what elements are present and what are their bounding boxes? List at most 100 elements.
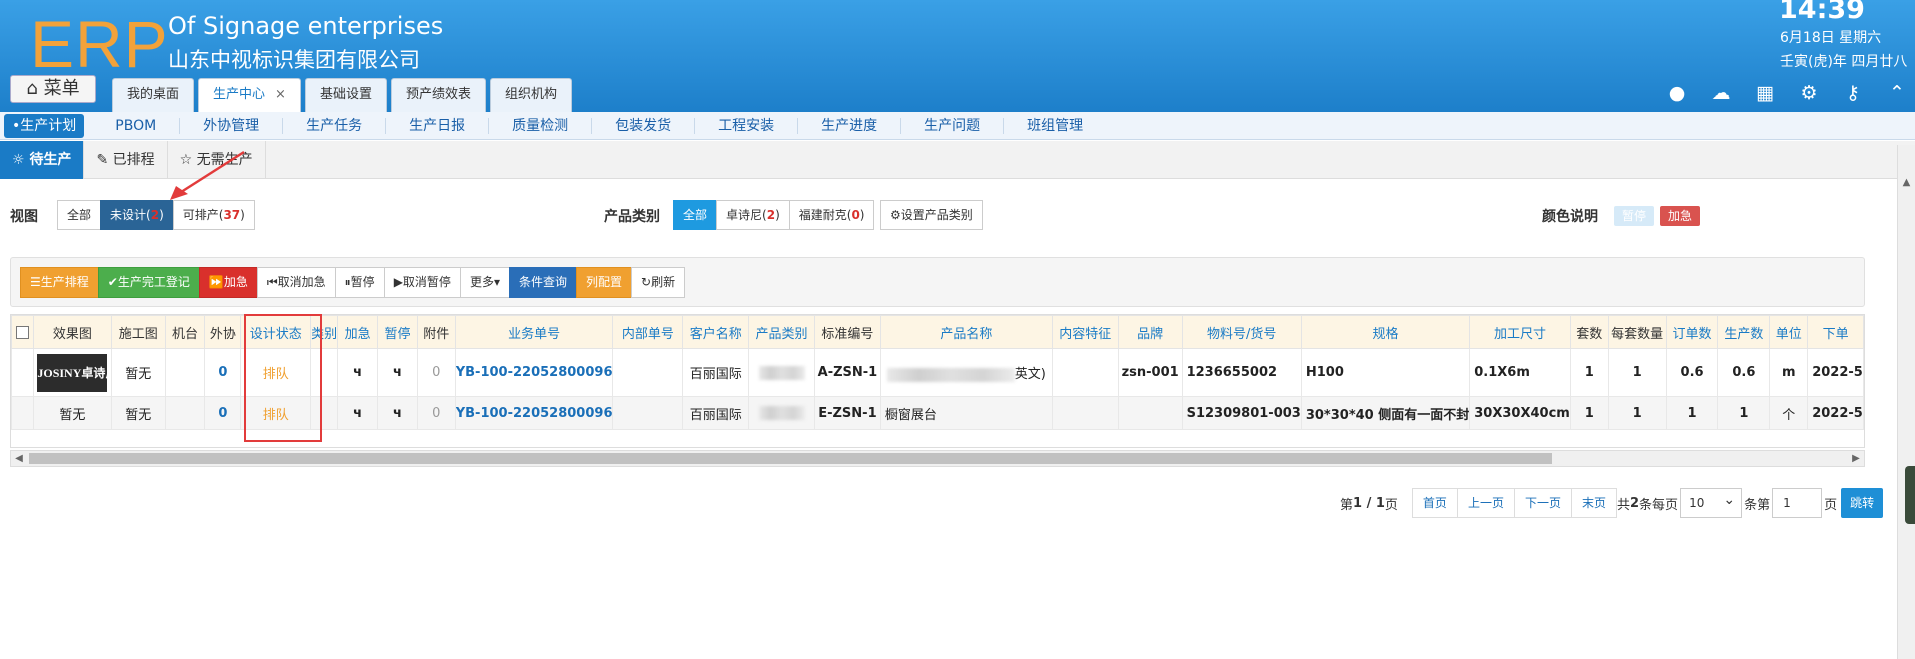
subnav-installation[interactable]: 工程安装 xyxy=(695,117,799,134)
cell-order-no[interactable]: YB-100-22052800096 xyxy=(454,396,614,430)
col-order-date[interactable]: 下单 xyxy=(1807,315,1864,349)
cancel-urgent-button[interactable]: ⏮取消加急 xyxy=(256,267,336,298)
col-customer[interactable]: 客户名称 xyxy=(682,315,750,349)
goto-page-input[interactable]: 1 xyxy=(1772,488,1823,518)
tab-organization[interactable]: 组织机构 xyxy=(489,78,572,112)
col-outsource[interactable]: 外协 xyxy=(204,315,242,349)
key-icon[interactable]: ⚷ xyxy=(1842,82,1864,104)
refresh-button[interactable]: ↻刷新 xyxy=(631,267,686,298)
category-all-button[interactable]: 全部 xyxy=(673,200,718,230)
col-production-qty[interactable]: 生产数 xyxy=(1717,315,1771,349)
select-all-checkbox[interactable] xyxy=(11,315,34,349)
fast-forward-icon: ⏩ xyxy=(208,275,224,289)
menu-button[interactable]: ⌂ 菜单 xyxy=(10,75,96,103)
per-page-select[interactable]: 10 xyxy=(1680,486,1743,518)
add-app-icon[interactable]: ▦ xyxy=(1754,82,1776,104)
view-schedulable-button[interactable]: 可排产(37) xyxy=(172,200,255,230)
col-spec[interactable]: 规格 xyxy=(1300,315,1471,349)
pause-button[interactable]: ⏸暂停 xyxy=(334,267,385,298)
scroll-left-icon[interactable]: ◀ xyxy=(11,451,27,466)
col-unit[interactable]: 单位 xyxy=(1769,315,1809,349)
col-material[interactable]: 物料号/货号 xyxy=(1181,315,1302,349)
first-page-button[interactable]: 首页 xyxy=(1411,488,1458,518)
col-size[interactable]: 加工尺寸 xyxy=(1469,315,1571,349)
view-all-button[interactable]: 全部 xyxy=(57,200,102,230)
prev-page-button[interactable]: 上一页 xyxy=(1456,488,1515,518)
col-brand[interactable]: 品牌 xyxy=(1117,315,1183,349)
col-product-name[interactable]: 产品名称 xyxy=(879,315,1053,349)
subnav-quality[interactable]: 质量检测 xyxy=(489,117,593,134)
goto-button[interactable]: 跳转 xyxy=(1841,488,1884,518)
row-checkbox[interactable] xyxy=(11,348,34,397)
table-row[interactable]: 暂无 暂无 0 排队 ч ч 0 YB-100-22052800096 百丽国际… xyxy=(11,396,1864,430)
effect-thumbnail[interactable]: JOSINY卓诗尼 xyxy=(37,353,110,392)
horizontal-scrollbar[interactable]: ◀ ▶ xyxy=(10,450,1865,467)
collapse-icon[interactable]: ⌃ xyxy=(1886,82,1908,104)
cell-attachment[interactable]: 0 xyxy=(416,396,456,430)
column-config-button[interactable]: 列配置 xyxy=(576,267,633,298)
tab-scheduled[interactable]: ✎ 已排程 xyxy=(84,141,168,179)
tab-pending[interactable]: ☼ 待生产 xyxy=(0,141,85,179)
cell-outsource[interactable]: 0 xyxy=(204,348,242,397)
col-attachment[interactable]: 附件 xyxy=(416,315,456,349)
col-construction[interactable]: 施工图 xyxy=(110,315,166,349)
subnav-daily-report[interactable]: 生产日报 xyxy=(386,117,490,134)
col-category[interactable]: 类别 xyxy=(310,315,339,349)
col-content[interactable]: 内容特征 xyxy=(1051,315,1119,349)
last-page-button[interactable]: 末页 xyxy=(1570,488,1617,518)
col-per-set[interactable]: 每套数量 xyxy=(1607,315,1667,349)
complete-register-button[interactable]: ✔生产完工登记 xyxy=(97,267,200,298)
col-product-category[interactable]: 产品类别 xyxy=(748,315,815,349)
col-urgent[interactable]: 加急 xyxy=(337,315,379,349)
col-effect[interactable]: 效果图 xyxy=(32,315,112,349)
subnav-problems[interactable]: 生产问题 xyxy=(901,117,1005,134)
next-page-button[interactable]: 下一页 xyxy=(1513,488,1572,518)
close-icon[interactable]: × xyxy=(275,87,286,102)
more-dropdown[interactable]: 更多▾ xyxy=(459,267,510,298)
col-standard-no[interactable]: 标准编号 xyxy=(813,315,881,349)
col-machine[interactable]: 机台 xyxy=(164,315,206,349)
col-pause[interactable]: 暂停 xyxy=(377,315,418,349)
schedule-button[interactable]: ☰生产排程 xyxy=(20,267,99,298)
subnav-pbom[interactable]: PBOM xyxy=(92,117,181,134)
gear-icon[interactable]: ⚙ xyxy=(1798,82,1820,104)
effect-image[interactable]: JOSINY卓诗尼 xyxy=(32,348,112,397)
table-row[interactable]: JOSINY卓诗尼 暂无 0 排队 ч ч 0 YB-100-220528000… xyxy=(11,348,1864,397)
col-order-qty[interactable]: 订单数 xyxy=(1665,315,1719,349)
cancel-pause-button[interactable]: ▶取消暂停 xyxy=(383,267,461,298)
category-label: 产品类别 xyxy=(604,209,660,225)
tab-basic-settings[interactable]: 基础设置 xyxy=(304,78,387,112)
vertical-scrollbar[interactable]: ▲ xyxy=(1897,145,1915,659)
col-internal-no[interactable]: 内部单号 xyxy=(612,315,684,349)
col-order-no[interactable]: 业务单号 xyxy=(454,315,614,349)
user-icon[interactable]: ● xyxy=(1666,82,1688,104)
view-undesigned-button[interactable]: 未设计(2) xyxy=(100,200,174,230)
subnav-production-plan[interactable]: •生产计划 xyxy=(4,113,85,138)
category-josiny-button[interactable]: 卓诗尼(2) xyxy=(716,200,790,230)
cell-order-no[interactable]: YB-100-22052800096 xyxy=(454,348,614,397)
tab-no-production[interactable]: ☆ 无需生产 xyxy=(168,141,266,179)
cell-attachment[interactable]: 0 xyxy=(416,348,456,397)
tab-production-center[interactable]: 生产中心 × xyxy=(198,78,301,112)
checkbox[interactable] xyxy=(15,325,29,339)
urgent-button[interactable]: ⏩加急 xyxy=(198,267,258,298)
cloud-icon[interactable]: ☁ xyxy=(1710,82,1732,104)
subnav-shipping[interactable]: 包装发货 xyxy=(592,117,696,134)
subnav-production-task[interactable]: 生产任务 xyxy=(283,117,387,134)
side-widget[interactable] xyxy=(1905,466,1915,524)
col-sets[interactable]: 套数 xyxy=(1569,315,1609,349)
subnav-team[interactable]: 班组管理 xyxy=(1004,118,1106,134)
tab-performance[interactable]: 预产绩效表 xyxy=(390,78,486,112)
tab-my-desktop[interactable]: 我的桌面 xyxy=(112,78,195,112)
row-checkbox[interactable] xyxy=(11,396,34,430)
query-button[interactable]: 条件查询 xyxy=(508,267,577,298)
col-design-status[interactable]: 设计状态 xyxy=(240,315,312,349)
scrollbar-thumb[interactable] xyxy=(29,453,1552,464)
scroll-up-icon[interactable]: ▲ xyxy=(1898,177,1915,191)
category-nike-button[interactable]: 福建耐克(0) xyxy=(788,200,875,230)
subnav-progress[interactable]: 生产进度 xyxy=(798,117,902,134)
subnav-outsourcing[interactable]: 外协管理 xyxy=(180,117,284,134)
set-category-button[interactable]: ⚙设置产品类别 xyxy=(880,200,983,230)
cell-outsource[interactable]: 0 xyxy=(204,396,242,430)
scroll-right-icon[interactable]: ▶ xyxy=(1848,451,1864,466)
